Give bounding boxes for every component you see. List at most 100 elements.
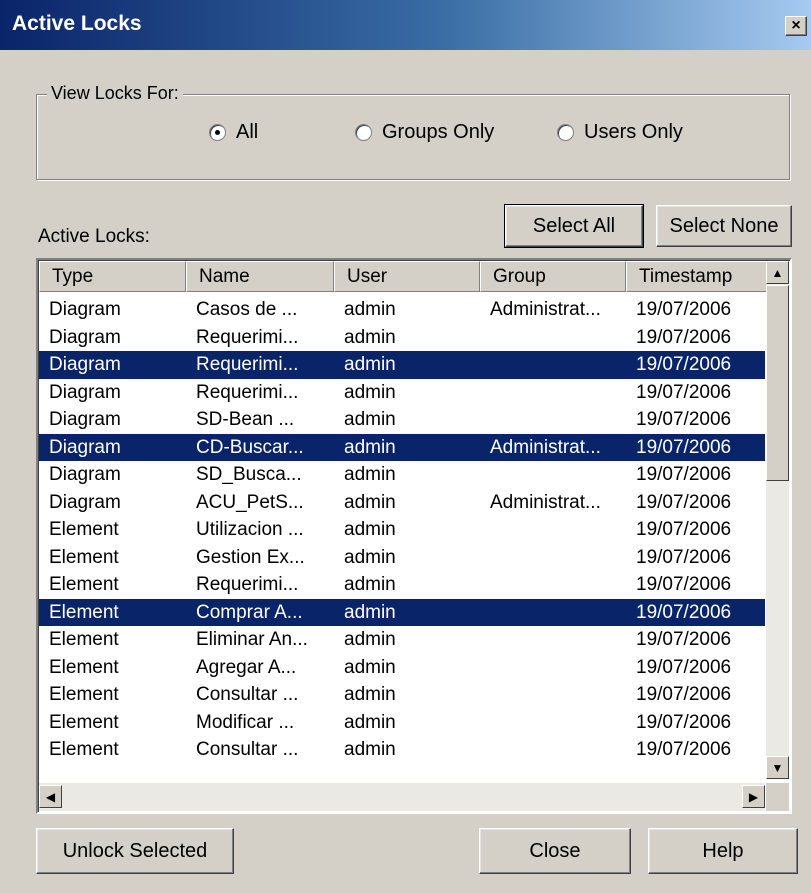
cell-user: admin: [344, 519, 396, 540]
cell-user: admin: [344, 711, 396, 733]
radio-groups-only-dot[interactable]: [355, 124, 372, 141]
title-bar[interactable]: Active Locks ×: [0, 0, 811, 50]
scroll-up-icon[interactable]: ▲: [766, 261, 789, 284]
unlock-selected-button[interactable]: Unlock Selected: [36, 828, 234, 874]
cell-name: SD-Bean ...: [196, 409, 295, 430]
cell-name: Utilizacion ...: [196, 519, 304, 540]
cell-timestamp: 19/07/2006: [636, 739, 732, 760]
table-row[interactable]: Diagram Requerimi... admin 19/07/2006: [39, 351, 765, 379]
cell-name: Requerimi...: [196, 381, 299, 403]
cell-type: Element: [49, 629, 119, 650]
cell-timestamp: 19/07/2006: [636, 574, 732, 595]
cell-timestamp: 19/07/2006: [636, 464, 732, 485]
scroll-left-icon[interactable]: ◀: [39, 785, 62, 808]
cell-type: Element: [49, 601, 119, 623]
cell-group: [480, 324, 626, 352]
cell-name: Requerimi...: [196, 354, 299, 375]
column-header-name[interactable]: Name: [186, 261, 334, 292]
radio-all-label: All: [236, 121, 259, 143]
close-button[interactable]: Close: [479, 828, 631, 874]
vertical-scrollbar[interactable]: ▲ ▼: [766, 261, 789, 779]
cell-timestamp: 19/07/2006: [636, 629, 732, 650]
cell-timestamp: 19/07/2006: [636, 299, 732, 320]
select-none-button[interactable]: Select None: [656, 205, 792, 247]
table-row[interactable]: Element Eliminar An... admin 19/07/2006: [39, 626, 765, 654]
table-row[interactable]: Element Consultar ... admin 19/07/2006: [39, 736, 765, 764]
table-row[interactable]: Diagram Requerimi... admin 19/07/2006: [39, 324, 765, 352]
table-row[interactable]: Element Comprar A... admin 19/07/2006: [39, 598, 765, 627]
radio-groups-only-label: Groups Only: [382, 121, 495, 143]
cell-group: [480, 406, 626, 434]
cell-type: Element: [49, 546, 119, 568]
column-header-type[interactable]: Type: [39, 261, 186, 292]
table-row[interactable]: Diagram CD-Buscar... admin Administrat... 19…: [39, 433, 765, 461]
cell-group: [480, 544, 626, 572]
table-row[interactable]: Diagram Requerimi... admin 19/07/2006: [39, 379, 765, 407]
cell-name: SD_Busca...: [196, 464, 302, 485]
table-row[interactable]: Diagram SD-Bean ... admin 19/07/2006: [39, 406, 765, 434]
window-title: Active Locks: [12, 12, 142, 35]
radio-users-only[interactable]: Users Only: [557, 121, 683, 144]
scroll-thumb[interactable]: [766, 285, 789, 481]
cell-type: Element: [49, 739, 119, 760]
table-row[interactable]: Element Gestion Ex... admin 19/07/2006: [39, 544, 765, 572]
locks-list[interactable]: Type Name User Group Timestamp Diagram Ca…: [36, 258, 792, 814]
cell-type: Diagram: [49, 326, 121, 348]
cell-type: Element: [49, 656, 119, 678]
cell-user: admin: [344, 491, 396, 513]
cell-name: Eliminar An...: [196, 629, 308, 650]
table-row[interactable]: Diagram ACU_PetS... admin Administrat... 19/…: [39, 489, 765, 517]
help-button[interactable]: Help: [648, 828, 798, 874]
cell-type: Diagram: [49, 381, 121, 403]
radio-all-dot[interactable]: [209, 124, 226, 141]
cell-user: admin: [344, 574, 396, 595]
cell-type: Diagram: [49, 409, 121, 430]
cell-timestamp: 19/07/2006: [636, 491, 732, 513]
active-locks-label: Active Locks:: [38, 226, 150, 247]
select-all-button[interactable]: Select All: [504, 204, 644, 248]
cell-type: Diagram: [49, 436, 121, 458]
cell-timestamp: 19/07/2006: [636, 436, 732, 458]
cell-user: admin: [344, 354, 396, 375]
cell-group: [480, 379, 626, 407]
table-row[interactable]: Element Modificar ... admin 19/07/2006: [39, 709, 765, 737]
cell-group: Administrat...: [490, 436, 601, 458]
table-row[interactable]: Diagram SD_Busca... admin 19/07/2006: [39, 461, 765, 489]
cell-timestamp: 19/07/2006: [636, 354, 732, 375]
column-header-user[interactable]: User: [334, 261, 480, 292]
cell-user: admin: [344, 546, 396, 568]
close-icon[interactable]: ×: [785, 16, 807, 36]
radio-all[interactable]: All: [209, 121, 258, 144]
cell-group: [480, 599, 626, 627]
cell-group: [480, 461, 626, 489]
cell-user: admin: [344, 326, 396, 348]
cell-name: Consultar ...: [196, 739, 299, 760]
cell-name: Consultar ...: [196, 684, 299, 705]
cell-group: [480, 571, 626, 599]
table-row[interactable]: Element Consultar ... admin 19/07/2006: [39, 681, 765, 709]
cell-name: Gestion Ex...: [196, 546, 305, 568]
radio-groups-only[interactable]: Groups Only: [355, 121, 494, 144]
cell-group: [480, 516, 626, 544]
view-locks-group: View Locks For: All Groups Only Users On…: [36, 83, 790, 180]
list-rows: Diagram Casos de ... admin Administrat... 19…: [39, 296, 765, 780]
radio-users-only-dot[interactable]: [557, 124, 574, 141]
table-row[interactable]: Element Utilizacion ... admin 19/07/2006: [39, 516, 765, 544]
cell-group: [480, 736, 626, 764]
table-row[interactable]: Diagram Casos de ... admin Administrat... 19…: [39, 296, 765, 324]
cell-name: ACU_PetS...: [196, 491, 304, 513]
cell-user: admin: [344, 381, 396, 403]
cell-timestamp: 19/07/2006: [636, 381, 732, 403]
column-header-timestamp[interactable]: Timestamp: [626, 261, 769, 292]
column-header-group[interactable]: Group: [480, 261, 626, 292]
table-row[interactable]: Element Agregar A... admin 19/07/2006: [39, 654, 765, 682]
table-row[interactable]: Element Requerimi... admin 19/07/2006: [39, 571, 765, 599]
cell-user: admin: [344, 436, 396, 458]
horizontal-scrollbar[interactable]: ◀ ▶: [39, 783, 765, 811]
cell-type: Diagram: [49, 491, 121, 513]
scroll-right-icon[interactable]: ▶: [742, 785, 765, 808]
cell-user: admin: [344, 464, 396, 485]
cell-user: admin: [344, 739, 396, 760]
scroll-down-icon[interactable]: ▼: [766, 756, 789, 779]
cell-user: admin: [344, 684, 396, 705]
